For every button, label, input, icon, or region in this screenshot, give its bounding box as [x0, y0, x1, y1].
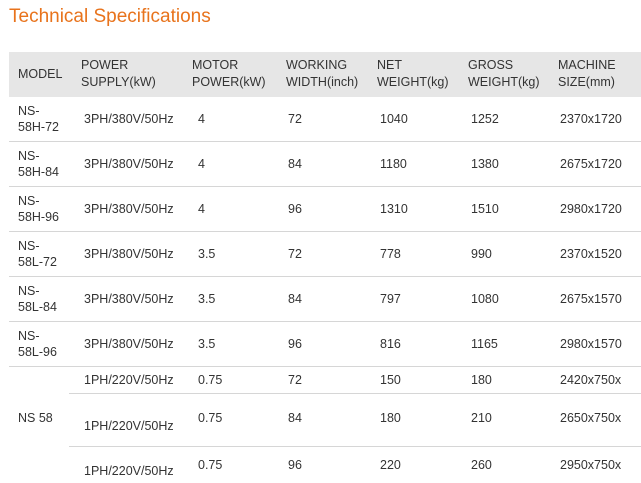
power-supply-cell: 3PH/380V/50Hz: [84, 202, 174, 216]
gross-weight-cell: 1165: [471, 337, 498, 351]
model-cell: NS- 58L-72: [18, 239, 57, 269]
model-cell: NS- 58H-72: [18, 104, 59, 134]
gross-weight-cell: 1252: [471, 112, 499, 126]
power-supply-cell: 1PH/220V/50Hz: [84, 373, 174, 387]
row-divider: [9, 321, 641, 322]
working-width-cell: 72: [288, 247, 302, 261]
motor-power-cell: 4: [198, 157, 205, 171]
net-weight-cell: 180: [380, 411, 401, 425]
machine-size-cell: 2675x1720: [560, 157, 622, 171]
motor-power-cell: 0.75: [198, 373, 223, 387]
power-supply-cell: 3PH/380V/50Hz: [84, 247, 174, 261]
motor-power-cell: 3.5: [198, 247, 216, 261]
motor-power-cell: 0.75: [198, 411, 223, 425]
header-working-width: WORKING WIDTH(inch): [286, 58, 359, 89]
header-gross-weight: GROSS WEIGHT(kg): [468, 58, 540, 89]
power-supply-cell: 3PH/380V/50Hz: [84, 112, 174, 126]
working-width-cell: 84: [288, 292, 302, 306]
machine-size-cell: 2675x1570: [560, 292, 622, 306]
motor-power-cell: 3.5: [198, 292, 216, 306]
model-cell: NS- 58L-96: [18, 329, 57, 359]
power-supply-cell: 1PH/220V/50Hz: [84, 419, 174, 433]
header-machine-size: MACHINE SIZE(mm): [558, 58, 616, 89]
table-header-row: MODEL POWER SUPPLY(kW) MOTOR POWER(kW) WORK…: [9, 52, 641, 97]
working-width-cell: 96: [288, 202, 302, 216]
net-weight-cell: 816: [380, 337, 401, 351]
net-weight-cell: 1180: [380, 157, 407, 171]
net-weight-cell: 797: [380, 292, 401, 306]
machine-size-cell: 2950x750x: [560, 458, 622, 472]
working-width-cell: 84: [288, 157, 302, 171]
gross-weight-cell: 1510: [471, 202, 499, 216]
net-weight-cell: 150: [380, 373, 401, 387]
row-divider: [69, 393, 641, 394]
gross-weight-cell: 1080: [471, 292, 499, 306]
gross-weight-cell: 180: [471, 373, 492, 387]
motor-power-cell: 4: [198, 112, 205, 126]
gross-weight-cell: 1380: [471, 157, 499, 171]
model-cell: NS- 58H-96: [18, 194, 59, 224]
machine-size-cell: 2420x750x: [560, 373, 622, 387]
row-divider: [9, 231, 641, 232]
net-weight-cell: 220: [380, 458, 401, 472]
motor-power-cell: 3.5: [198, 337, 216, 351]
row-divider: [69, 446, 641, 447]
working-width-cell: 96: [288, 337, 302, 351]
power-supply-cell: 3PH/380V/50Hz: [84, 292, 174, 306]
header-model: MODEL: [18, 67, 63, 81]
page-title: Technical Specifications: [9, 6, 211, 27]
header-net-weight: NET WEIGHT(kg): [377, 58, 449, 89]
gross-weight-cell: 210: [471, 411, 492, 425]
machine-size-cell: 2370x1720: [560, 112, 622, 126]
motor-power-cell: 0.75: [198, 458, 223, 472]
power-supply-cell: 1PH/220V/50Hz: [84, 464, 174, 478]
header-power-supply: POWER SUPPLY(kW): [81, 58, 156, 89]
working-width-cell: 72: [288, 373, 302, 387]
machine-size-cell: 2980x1570: [560, 337, 622, 351]
net-weight-cell: 1040: [380, 112, 408, 126]
power-supply-cell: 3PH/380V/50Hz: [84, 337, 174, 351]
machine-size-cell: 2370x1520: [560, 247, 622, 261]
row-divider: [9, 186, 641, 187]
model-cell: NS- 58H-84: [18, 149, 59, 179]
header-motor-power: MOTOR POWER(kW): [192, 58, 266, 89]
working-width-cell: 72: [288, 112, 302, 126]
gross-weight-cell: 990: [471, 247, 492, 261]
machine-size-cell: 2980x1720: [560, 202, 622, 216]
machine-size-cell: 2650x750x: [560, 411, 622, 425]
power-supply-cell: 3PH/380V/50Hz: [84, 157, 174, 171]
net-weight-cell: 778: [380, 247, 401, 261]
working-width-cell: 84: [288, 411, 302, 425]
net-weight-cell: 1310: [380, 202, 408, 216]
working-width-cell: 96: [288, 458, 302, 472]
model-cell: NS- 58L-84: [18, 284, 57, 314]
motor-power-cell: 4: [198, 202, 205, 216]
row-divider: [9, 141, 641, 142]
model-cell: NS 58: [18, 411, 53, 425]
row-divider: [9, 276, 641, 277]
spec-table: MODEL POWER SUPPLY(kW) MOTOR POWER(kW) WORK…: [9, 52, 641, 483]
gross-weight-cell: 260: [471, 458, 492, 472]
row-divider: [9, 366, 641, 367]
